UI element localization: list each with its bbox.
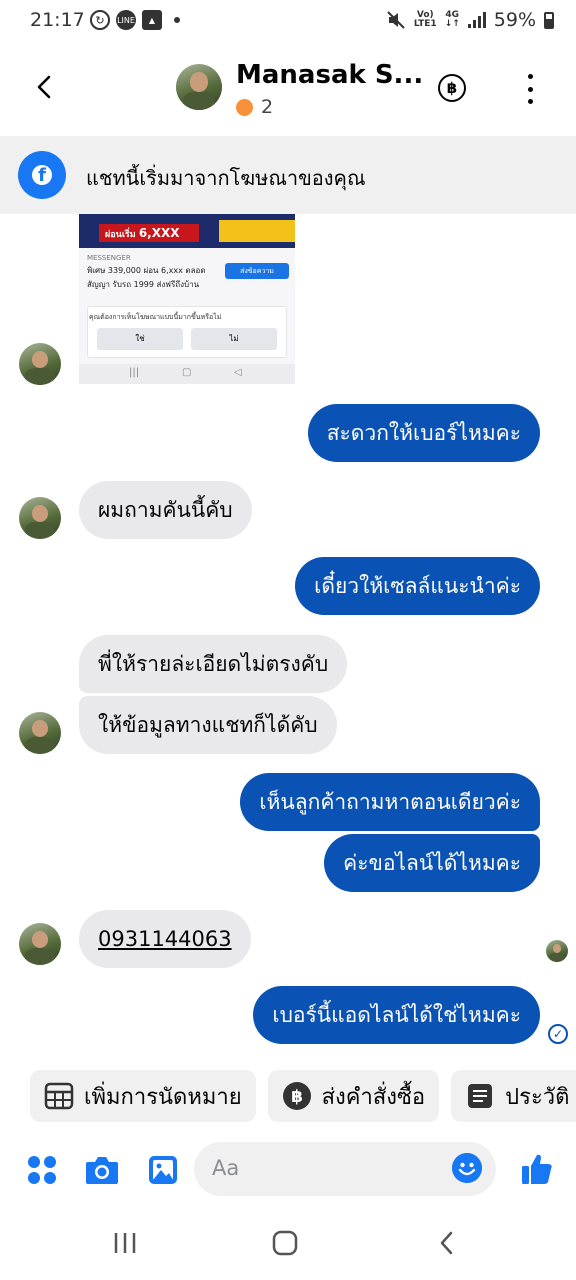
system-navigation-bar <box>0 1210 576 1280</box>
ad-preview-image[interactable]: ผ่อนเริ่ม 6,XXX MESSENGER พิเศษ 339,000 … <box>79 214 295 384</box>
history-label: ประวัติ <box>505 1084 570 1110</box>
recent-apps-icon[interactable] <box>112 1230 138 1256</box>
contact-label-badge[interactable]: 2 <box>236 96 273 118</box>
gallery-icon[interactable] <box>147 1154 179 1186</box>
contact-avatar[interactable] <box>176 64 222 110</box>
incoming-message[interactable]: ผมถามคันนี้คับ <box>79 481 252 539</box>
back-arrow-icon[interactable] <box>28 70 62 104</box>
delivered-check-icon: ✓ <box>548 1024 568 1044</box>
volte-icon: Vo) LTE1 <box>413 10 437 29</box>
line-app-icon: LINE <box>116 10 136 30</box>
facebook-icon: f <box>18 151 66 199</box>
receipt-icon <box>468 1084 493 1108</box>
thumbs-up-icon[interactable] <box>520 1152 554 1186</box>
more-options-icon[interactable] <box>520 74 540 104</box>
battery-icon <box>544 11 554 29</box>
add-appointment-chip[interactable]: เพิ่มการนัดหมาย <box>30 1070 256 1122</box>
contact-name[interactable]: Manasak S... <box>236 60 423 90</box>
incoming-message[interactable]: ให้ข้อมูลทางแชทก็ได้คับ <box>79 696 337 754</box>
network-type-icon: 4G ↓↑ <box>444 10 460 29</box>
seen-indicator-avatar <box>546 940 568 962</box>
message-composer: Aa <box>0 1140 576 1200</box>
chat-header: Manasak S... 2 ฿ <box>0 44 576 134</box>
ad-feedback-question: คุณต้องการเห็นโฆษณาแบบนี้มากขึ้นหรือไม่ <box>89 313 222 321</box>
status-bar: 21:17 ↻ LINE ▲ Vo) LTE1 4G ↓↑ 59% <box>0 0 576 44</box>
sender-avatar[interactable] <box>19 712 61 754</box>
baht-icon: ฿ <box>446 79 458 97</box>
ad-source-label: MESSENGER <box>87 254 131 262</box>
ad-price-tag: ผ่อนเริ่ม 6,XXX <box>99 224 199 242</box>
baht-icon: ฿ <box>282 1082 311 1110</box>
battery-percent: 59% <box>493 9 536 31</box>
signal-icon <box>467 12 486 28</box>
system-icons: Vo) LTE1 4G ↓↑ 59% <box>386 9 554 31</box>
ad-description: พิเศษ 339,000 ผ่อน 6,xxx ตลอดสัญญา รับรถ… <box>87 266 206 289</box>
quick-actions-bar: เพิ่มการนัดหมาย ฿ ส่งคำสั่งซื้อ ประวัติ <box>30 1070 576 1122</box>
sender-avatar[interactable] <box>19 923 61 965</box>
ad-yes-button: ใช่ <box>97 328 183 350</box>
outgoing-message[interactable]: สะดวกให้เบอร์ไหมคะ <box>307 404 540 462</box>
apps-menu-icon[interactable] <box>28 1156 56 1184</box>
history-chip[interactable]: ประวัติ <box>451 1070 576 1122</box>
notification-icons: ↻ LINE ▲ <box>90 10 180 30</box>
ad-nav-strip: ||| ▢ ◁ <box>79 364 295 384</box>
camera-icon[interactable] <box>84 1154 120 1186</box>
outgoing-message[interactable]: เดี๋ยวให้เซลล์แนะนำค่ะ <box>295 557 540 615</box>
more-notifications-icon <box>174 17 180 23</box>
ad-no-button: ไม่ <box>191 328 277 350</box>
outgoing-message[interactable]: เห็นลูกค้าถามหาตอนเดียวค่ะ <box>240 773 540 831</box>
orange-label-icon <box>236 98 253 116</box>
label-count: 2 <box>261 96 274 118</box>
gallery-icon: ▲ <box>142 10 162 30</box>
sender-avatar[interactable] <box>19 343 61 385</box>
sender-avatar[interactable] <box>19 497 61 539</box>
incoming-message-phone[interactable]: 0931144063 <box>79 910 251 968</box>
ad-send-message-button: ส่งข้อความ <box>225 263 289 279</box>
message-input-placeholder: Aa <box>212 1156 240 1180</box>
mute-icon <box>387 11 405 29</box>
ad-origin-banner[interactable]: f แชทนี้เริ่มมาจากโฆษณาของคุณ <box>0 136 576 214</box>
add-appointment-label: เพิ่มการนัดหมาย <box>84 1084 242 1110</box>
home-icon[interactable] <box>272 1230 298 1256</box>
sync-icon: ↻ <box>90 10 110 30</box>
ad-origin-text: แชทนี้เริ่มมาจากโฆษณาของคุณ <box>86 166 366 190</box>
outgoing-message[interactable]: ค่ะขอไลน์ได้ไหมคะ <box>324 834 540 892</box>
calendar-icon <box>44 1082 74 1110</box>
outgoing-message[interactable]: เบอร์นี้แอดไลน์ได้ใช่ไหมคะ <box>253 986 540 1044</box>
payment-button[interactable]: ฿ <box>438 74 466 102</box>
message-input[interactable] <box>194 1142 496 1196</box>
ad-contact-box <box>219 220 295 242</box>
send-order-chip[interactable]: ฿ ส่งคำสั่งซื้อ <box>267 1070 440 1122</box>
phone-number-link[interactable]: 0931144063 <box>98 927 232 951</box>
back-nav-icon[interactable] <box>434 1230 460 1256</box>
status-time: 21:17 <box>30 9 85 31</box>
emoji-icon[interactable] <box>452 1153 482 1183</box>
incoming-message[interactable]: พี่ให้รายล่ะเอียดไม่ตรงคับ <box>79 635 348 693</box>
send-order-label: ส่งคำสั่งซื้อ <box>321 1084 426 1110</box>
svg-text:฿: ฿ <box>291 1087 303 1107</box>
